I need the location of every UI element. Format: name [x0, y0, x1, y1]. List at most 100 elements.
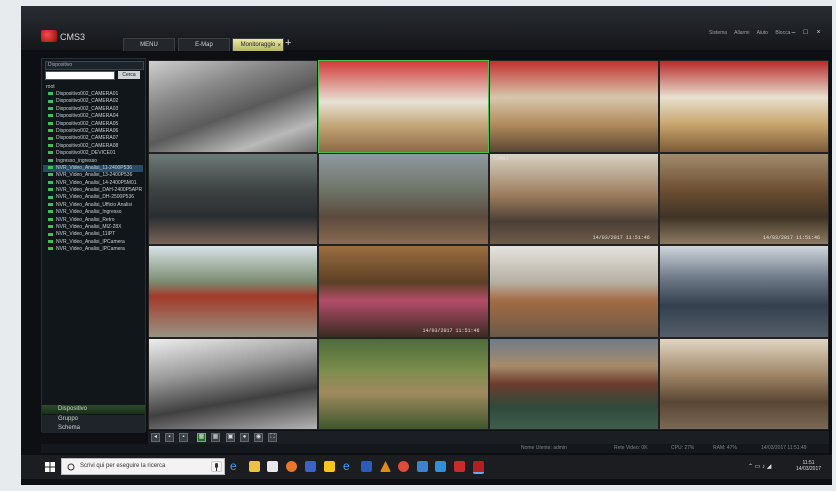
task-view-icon[interactable] — [211, 461, 222, 472]
camera-view[interactable] — [318, 152, 489, 245]
camera-view[interactable] — [488, 245, 659, 338]
camera-view[interactable] — [488, 337, 659, 430]
camera-status-icon — [48, 121, 53, 125]
device-tree-item[interactable]: Dispositivo002_CAMERA06 — [43, 128, 143, 135]
app-icon-2[interactable] — [324, 461, 335, 472]
taskbar-search-input[interactable]: Scrivi qui per eseguire la ricerca — [61, 458, 225, 475]
layout-9-icon[interactable]: ▦ — [211, 433, 220, 442]
camera-status-icon — [48, 180, 53, 184]
cms-app-taskbar-icon[interactable] — [473, 461, 484, 474]
camera-status-icon — [48, 247, 53, 251]
camera-view[interactable]: 14/03/2017 11:51:46 — [318, 245, 489, 338]
snapshot-icon[interactable]: ◉ — [254, 433, 263, 442]
app-icon-5[interactable] — [435, 461, 446, 472]
app-icon-4[interactable] — [417, 461, 428, 472]
system-tray[interactable]: ⌃ ▭ ♪ ◢ — [748, 463, 771, 470]
device-tree-item[interactable]: NVR_Video_Analisi_DAH-2400P5APR — [43, 187, 143, 194]
add-tab-button[interactable]: + — [285, 37, 291, 49]
internet-explorer-icon[interactable]: e — [343, 460, 354, 472]
device-tree-item[interactable]: Dispositivo002_CAMERA02 — [43, 98, 143, 105]
layout-custom-icon[interactable]: ▣ — [226, 433, 235, 442]
app-logo-icon — [41, 30, 57, 42]
device-tree-item-label: NVR_Video_Analisi_DH-2500P536 — [56, 194, 135, 201]
camera-view[interactable] — [658, 337, 829, 430]
vlc-icon[interactable] — [380, 461, 391, 472]
device-tree-item[interactable]: NVR_Video_Analisi_13-2400P536 — [43, 172, 143, 179]
camera-view[interactable] — [318, 60, 489, 153]
layout-1-icon[interactable]: ▪ — [165, 433, 174, 442]
minimize-icon[interactable]: – — [789, 29, 798, 37]
sidebar-tab-scheme[interactable]: Schema — [42, 424, 145, 433]
camera-status-icon — [48, 173, 53, 177]
camera-timestamp-overlay: 14/03/2017 11:51:46 — [592, 235, 650, 241]
device-tree-item[interactable]: Ingresso_ingresso — [43, 158, 143, 165]
device-tree-item[interactable]: Dispositivo002_CAMERA01 — [43, 91, 143, 98]
sidebar-tab-groups[interactable]: Gruppo — [42, 415, 145, 424]
sidebar-tab-groups-label: Gruppo — [58, 416, 79, 422]
app-icon-3[interactable] — [361, 461, 372, 472]
camera-view[interactable] — [148, 245, 319, 338]
device-tree-item[interactable]: Dispositivo002_DEVICE01 — [43, 150, 143, 157]
device-tree-item[interactable]: Dispositivo002_CAMERA07 — [43, 135, 143, 142]
camera-view[interactable] — [658, 60, 829, 153]
device-search-button[interactable]: Cerca — [118, 71, 140, 79]
record-icon[interactable]: ● — [240, 433, 249, 442]
camera-view[interactable] — [488, 60, 659, 153]
device-tree-item[interactable]: Dispositivo002_CAMERA04 — [43, 113, 143, 120]
prev-page-icon[interactable]: ◂ — [151, 433, 160, 442]
chrome-icon[interactable] — [398, 461, 409, 472]
edge-browser-icon[interactable]: e — [230, 460, 241, 472]
file-explorer-icon[interactable] — [249, 461, 260, 472]
device-search-input[interactable] — [45, 71, 115, 80]
camera-view[interactable] — [148, 60, 319, 153]
camera-view[interactable] — [148, 337, 319, 430]
top-menu[interactable]: Sistema Allarmi Aiuto Blocca — [709, 30, 790, 36]
camera-view[interactable]: 14/03/2017 11:51:46 — [658, 152, 829, 245]
store-icon[interactable] — [267, 461, 278, 472]
device-tree-item[interactable]: NVR_Video_Analisi_11IPT — [43, 231, 143, 238]
pdf-icon[interactable] — [454, 461, 465, 472]
close-tab-icon[interactable]: × — [277, 40, 281, 52]
device-tree-item[interactable]: NVR_Video_Analisi_MIZ-28X — [43, 224, 143, 231]
camera-view[interactable]: CAM01 14/03/2017 11:51:46 — [488, 152, 659, 245]
taskbar-clock[interactable]: 11:51 14/03/2017 — [796, 460, 821, 472]
device-tree-item[interactable]: NVR_Video_Analisi_Retro — [43, 217, 143, 224]
device-tree-item[interactable]: Dispositivo002_CAMERA08 — [43, 143, 143, 150]
device-tree-item[interactable]: Dispositivo002_CAMERA05 — [43, 121, 143, 128]
camera-view[interactable] — [318, 337, 489, 430]
title-bar: CMS3 MENU E-Map Monitoraggio × + Sistema… — [21, 6, 832, 51]
device-tree-item[interactable]: NVR_Video_Analisi_DH-2500P536 — [43, 194, 143, 201]
device-tree-item[interactable]: Dispositivo002_CAMERA03 — [43, 106, 143, 113]
app-icon-1[interactable] — [305, 461, 316, 472]
tree-root[interactable]: root — [43, 83, 143, 91]
device-tree-item[interactable]: NVR_Video_Analisi_IPCamera — [43, 239, 143, 246]
maximize-icon[interactable]: □ — [801, 29, 810, 37]
firefox-icon[interactable] — [286, 461, 297, 472]
device-tree-item-label: NVR_Video_Analisi_Ufficio Analisi — [56, 201, 132, 208]
camera-timestamp-overlay: 14/03/2017 11:51:46 — [762, 235, 820, 241]
device-tree-item[interactable]: NVR_Video_Analisi_Ingresso — [43, 209, 143, 216]
status-user: Nome Utente: admin — [521, 445, 567, 451]
tab-menu-label: MENU — [140, 42, 158, 48]
layout-4-icon[interactable]: ▪ — [179, 433, 188, 442]
camera-status-icon — [48, 203, 53, 207]
device-tree-item[interactable]: NVR_Video_Analisi_IPCamera — [43, 246, 143, 253]
camera-status-icon — [48, 136, 53, 140]
tab-menu[interactable]: MENU — [123, 38, 175, 51]
device-tree-item[interactable]: NVR_Video_Analisi_11-2400P536 — [43, 164, 143, 173]
device-type-select[interactable]: Dispositivo — [45, 61, 144, 70]
device-tree-item-label: NVR_Video_Analisi_Ingresso — [56, 209, 122, 216]
close-window-icon[interactable]: × — [814, 29, 823, 37]
sidebar-tab-devices[interactable]: Dispositivo — [42, 405, 145, 414]
camera-status-icon — [48, 232, 53, 236]
device-tree-item[interactable]: NVR_Video_Analisi_14-2400P5M01 — [43, 180, 143, 187]
camera-view[interactable] — [658, 245, 829, 338]
device-tree-item-label: NVR_Video_Analisi_14-2400P5M01 — [56, 179, 137, 186]
tab-monitoring[interactable]: Monitoraggio × — [232, 38, 284, 51]
tab-emap[interactable]: E-Map — [178, 38, 230, 51]
camera-view[interactable] — [148, 152, 319, 245]
device-tree-item[interactable]: NVR_Video_Analisi_Ufficio Analisi — [43, 202, 143, 209]
windows-start-icon[interactable] — [45, 462, 55, 472]
layout-16-icon[interactable]: ▦ — [197, 433, 206, 442]
fullscreen-icon[interactable]: ⛶ — [268, 433, 277, 442]
